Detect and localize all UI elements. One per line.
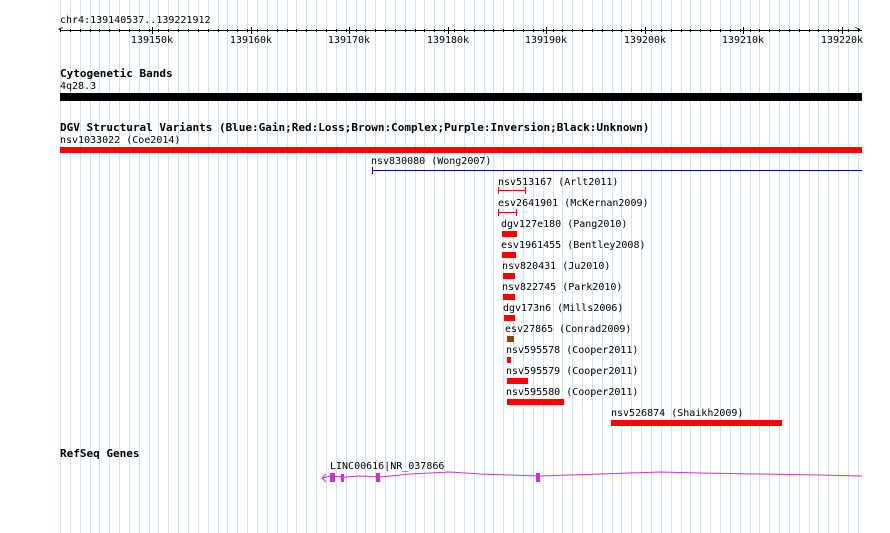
gene-exon [341,474,344,482]
gene-exon [536,473,540,482]
gene-intron-line [322,471,863,479]
gene-exon [376,473,380,482]
gene-model[interactable] [0,0,890,533]
gene-exon [330,473,335,482]
genome-browser-panel: chr4:139140537..139221912 < > 139150k139… [0,0,890,533]
